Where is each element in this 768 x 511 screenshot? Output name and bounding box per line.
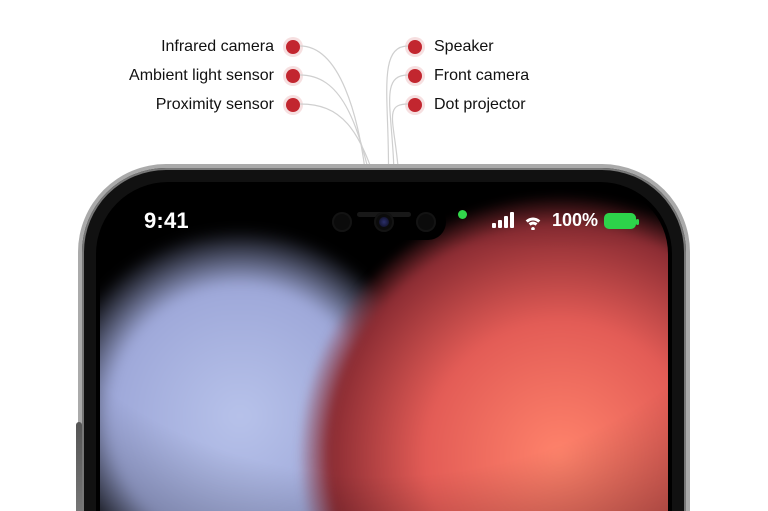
marker-dot-icon <box>286 40 300 54</box>
label-ambient-light-sensor: Ambient light sensor <box>129 68 300 84</box>
phone-screen: 9:41 100% <box>100 186 668 511</box>
label-text: Infrared camera <box>161 39 274 55</box>
marker-dot-icon <box>408 69 422 83</box>
label-text: Dot projector <box>434 97 526 113</box>
label-column-left: Infrared camera Ambient light sensor Pro… <box>0 39 300 113</box>
status-bar: 9:41 100% <box>100 208 668 240</box>
label-infrared-camera: Infrared camera <box>161 39 300 55</box>
marker-dot-icon <box>286 98 300 112</box>
label-text: Front camera <box>434 68 529 84</box>
cellular-icon <box>492 212 514 230</box>
label-column-right: Speaker Front camera Dot projector <box>408 39 728 113</box>
wifi-icon <box>522 212 544 230</box>
status-right: 100% <box>492 210 636 231</box>
side-button-icon <box>76 422 82 511</box>
label-dot-projector: Dot projector <box>408 97 526 113</box>
marker-dot-icon <box>286 69 300 83</box>
diagram-canvas: Infrared camera Ambient light sensor Pro… <box>0 0 768 511</box>
marker-dot-icon <box>408 98 422 112</box>
label-text: Ambient light sensor <box>129 68 274 84</box>
label-text: Speaker <box>434 39 494 55</box>
phone-frame: 9:41 100% <box>82 168 686 511</box>
marker-dot-icon <box>408 40 422 54</box>
label-front-camera: Front camera <box>408 68 529 84</box>
battery-percent: 100% <box>552 210 598 231</box>
status-time: 9:41 <box>144 208 189 234</box>
battery-icon <box>604 213 636 229</box>
label-speaker: Speaker <box>408 39 494 55</box>
label-proximity-sensor: Proximity sensor <box>156 97 300 113</box>
label-text: Proximity sensor <box>156 97 274 113</box>
